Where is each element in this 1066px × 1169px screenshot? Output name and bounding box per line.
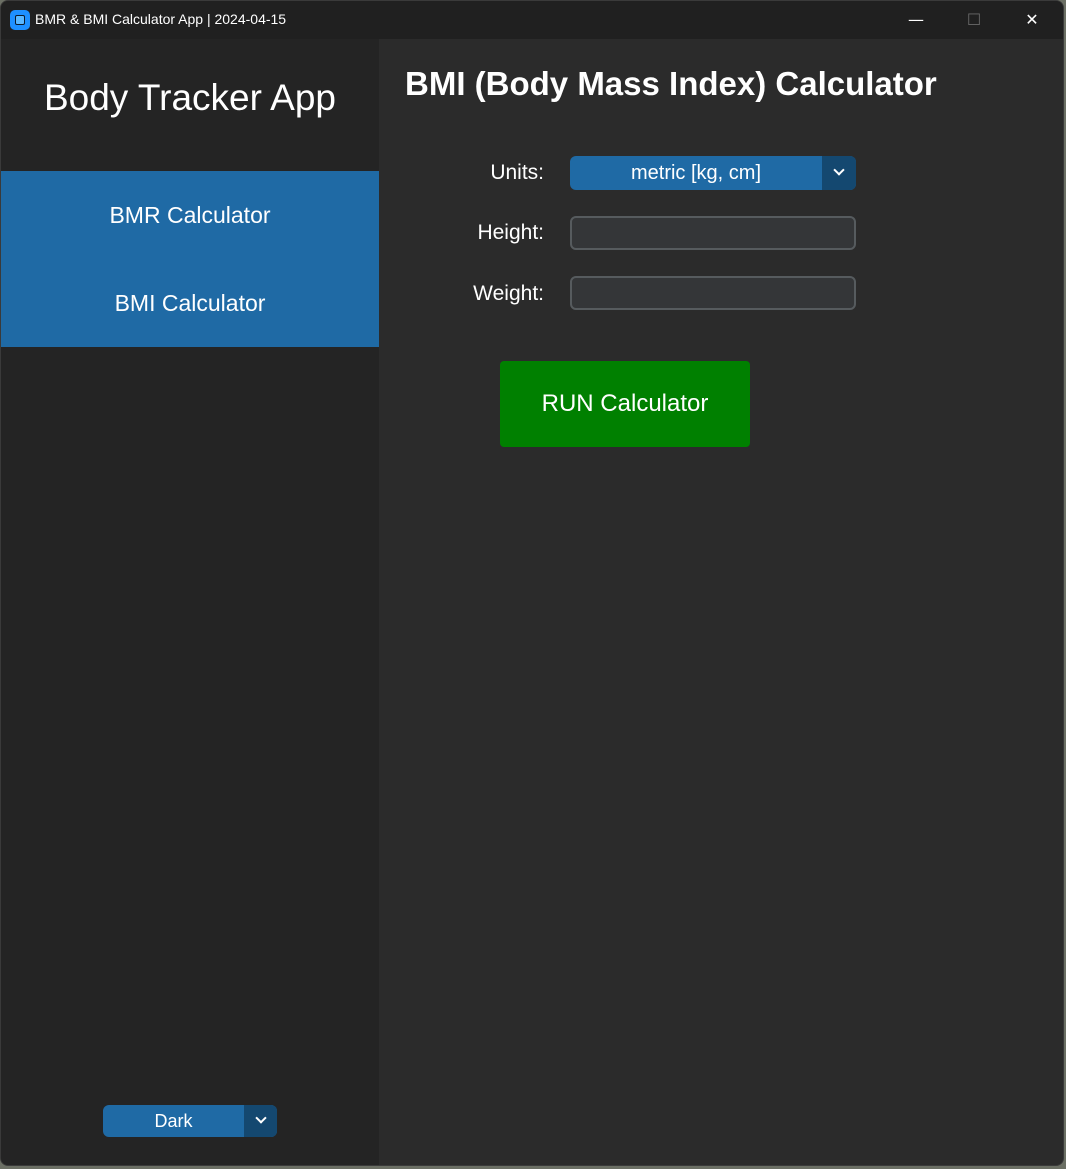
units-label: Units:	[490, 161, 544, 184]
appearance-mode-dropdown[interactable]: Dark	[103, 1105, 277, 1137]
units-dropdown-arrow[interactable]	[822, 156, 856, 190]
app-logo-title: Body Tracker App	[43, 77, 337, 118]
page-title: BMI (Body Mass Index) Calculator	[405, 65, 937, 102]
minimize-button[interactable]: —	[887, 1, 945, 39]
units-dropdown[interactable]: metric [kg, cm]	[570, 156, 856, 190]
appearance-mode-value: Dark	[154, 1111, 193, 1131]
maximize-button[interactable]: ☐	[945, 1, 1003, 39]
app-window: BMR & BMI Calculator App | 2024-04-15 — …	[0, 0, 1064, 1166]
chevron-down-icon	[254, 1112, 267, 1124]
run-calculator-button[interactable]: RUN Calculator	[500, 361, 750, 447]
sidebar-item-bmr-calculator[interactable]: BMR Calculator	[1, 171, 379, 259]
units-value: metric [kg, cm]	[630, 162, 761, 184]
app-icon	[10, 10, 30, 30]
weight-label: Weight:	[473, 282, 544, 305]
window-title: BMR & BMI Calculator App | 2024-04-15	[35, 11, 287, 27]
close-button[interactable]: ✕	[1003, 1, 1061, 39]
sidebar-nav: BMR Calculator BMI Calculator	[1, 171, 379, 347]
title-bar: BMR & BMI Calculator App | 2024-04-15 — …	[1, 1, 1063, 39]
chevron-down-icon	[833, 164, 845, 176]
height-label: Height:	[477, 221, 544, 244]
weight-input[interactable]	[570, 276, 856, 310]
sidebar: Body Tracker App BMR Calculator BMI Calc…	[1, 39, 379, 1165]
height-input[interactable]	[570, 216, 856, 250]
sidebar-item-bmi-calculator[interactable]: BMI Calculator	[1, 259, 379, 347]
appearance-dropdown-arrow[interactable]	[244, 1105, 277, 1137]
